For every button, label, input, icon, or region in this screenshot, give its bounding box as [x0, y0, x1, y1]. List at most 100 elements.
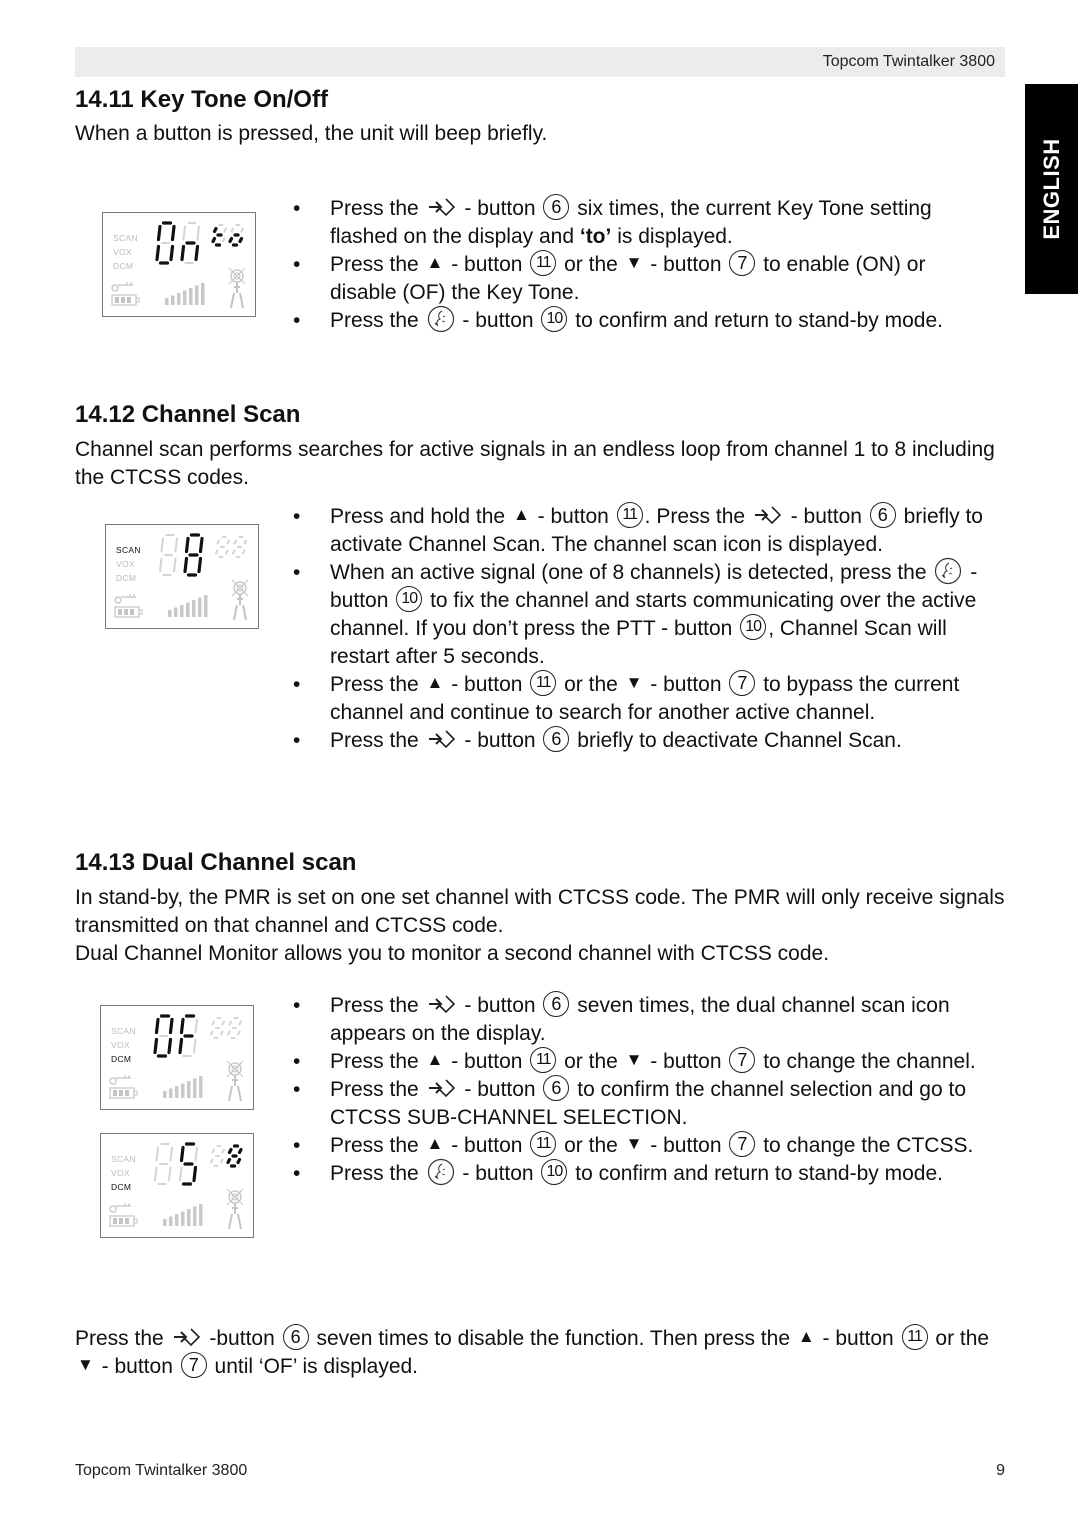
language-tab: ENGLISH [1025, 84, 1078, 294]
button-number-10: 10 [740, 614, 767, 641]
button-number-11: 11 [901, 1324, 928, 1351]
ptt-button-icon [932, 557, 964, 585]
up-triangle-icon: ▲ [797, 1327, 815, 1347]
lcd-segment [169, 244, 175, 262]
list-item: • Press the ▲ - button 11 or the ▼ - butt… [293, 250, 993, 307]
list-item: • Press the ▲ - button 11 or the ▼ - butt… [293, 670, 993, 727]
section-intro: When a button is pressed, the unit will … [75, 122, 548, 145]
down-triangle-icon: ▼ [625, 673, 643, 693]
bullet-icon: • [293, 673, 301, 696]
lcd-segment [243, 539, 247, 545]
closing-paragraph: Press the -button 6 seven times to disab… [75, 1324, 1005, 1381]
lcd-segment [153, 1037, 159, 1055]
menu-button-icon [425, 729, 459, 752]
bullet-icon: • [293, 505, 301, 528]
lcd-segment [237, 1147, 243, 1155]
page-header: Topcom Twintalker 3800 [75, 47, 1005, 77]
lcd-segment [197, 556, 203, 574]
down-triangle-icon: ▼ [625, 253, 643, 273]
list-item: • When an active signal (one of 8 channel… [293, 557, 993, 671]
lcd-segment [182, 225, 186, 241]
lcd-segment [178, 1037, 184, 1055]
button-number-6: 6 [282, 1324, 309, 1351]
list-item: • Press the - button 6 seven times, the d… [293, 991, 993, 1048]
lcd-segment [156, 224, 162, 242]
bullet-icon: • [293, 994, 301, 1017]
list-item: • Press the - button 6 six times, the cur… [293, 194, 993, 251]
lcd-graphics [111, 221, 246, 309]
lcd-display: SCAN VOX DCM [102, 212, 256, 317]
button-number-11: 11 [530, 1047, 557, 1074]
button-number-6: 6 [543, 194, 570, 221]
up-triangle-icon: ▲ [426, 673, 444, 693]
lcd-segment [179, 1017, 185, 1035]
bullet-icon: • [293, 729, 301, 752]
lcd-segment [179, 1166, 183, 1182]
bold-text: ‘to’ [579, 225, 612, 248]
lcd-display: SCAN VOX DCM [105, 524, 259, 629]
footer-title: Topcom Twintalker 3800 [75, 1462, 248, 1479]
lcd-graphics [109, 1142, 244, 1230]
lcd-segment [160, 537, 164, 553]
lcd-segment [238, 1020, 242, 1026]
bullet-list: • Press the - button 6 six times, the cur… [293, 194, 993, 335]
menu-button-icon [751, 505, 785, 528]
lcd-segment [240, 227, 244, 233]
lcd-segment [237, 1030, 241, 1036]
lcd-segment [211, 1020, 215, 1026]
list-item: • Press the ▲ - button 11 or the ▼ - butt… [293, 1047, 993, 1076]
lcd-segment [167, 1037, 173, 1055]
bullet-icon: • [293, 1162, 301, 1185]
lcd-segment [223, 227, 227, 233]
up-triangle-icon: ▲ [426, 253, 444, 273]
transmit-antenna-icon [228, 267, 246, 309]
bullet-list: • Press and hold the ▲ - button 11. Press… [293, 502, 993, 755]
list-item: • Press and hold the ▲ - button 11. Press… [293, 502, 993, 559]
button-number-11: 11 [530, 250, 557, 277]
button-number-7: 7 [729, 1047, 756, 1074]
lcd-segment [220, 1030, 224, 1036]
lcd-segment [193, 1038, 197, 1054]
up-triangle-icon: ▲ [426, 1134, 444, 1154]
key-lock-icon [114, 594, 136, 604]
section-heading-dual-channel-scan: 14.13 Dual Channel scan [75, 849, 357, 876]
menu-button-icon [170, 1327, 204, 1350]
lcd-segment [210, 1030, 214, 1036]
lcd-segment [169, 1146, 173, 1162]
lcd-segment [233, 539, 237, 545]
transmit-antenna-icon [226, 1188, 244, 1230]
button-number-7: 7 [729, 250, 756, 277]
bullet-icon: • [293, 561, 301, 584]
button-number-7: 7 [729, 670, 756, 697]
lcd-segment [242, 549, 246, 555]
section-heading-channel-scan: 14.12 Channel Scan [75, 401, 301, 428]
lcd-segment [211, 1148, 215, 1154]
lcd-segment [226, 539, 230, 545]
button-number-10: 10 [396, 586, 423, 613]
lcd-segment [154, 1166, 158, 1182]
signal-strength-icon [168, 595, 208, 617]
lcd-segment [238, 236, 244, 244]
lcd-segment [215, 549, 219, 555]
lcd-segment [211, 236, 217, 244]
lcd-segment [155, 244, 161, 262]
lcd-segment [196, 225, 200, 241]
lcd-segment [168, 1166, 172, 1182]
key-lock-icon [109, 1203, 131, 1213]
lcd-segment [216, 539, 220, 545]
list-item: • Press the - button 6 briefly to deactiv… [293, 726, 993, 755]
button-number-6: 6 [869, 502, 896, 529]
lcd-segment [212, 226, 218, 234]
lcd-segment [194, 244, 200, 262]
header-title: Topcom Twintalker 3800 [822, 53, 995, 70]
button-number-6: 6 [543, 726, 570, 753]
lcd-segment [232, 549, 236, 555]
lcd-display: SCAN VOX DCM [100, 1133, 254, 1238]
down-triangle-icon: ▼ [625, 1050, 643, 1070]
section-intro-2: Dual Channel Monitor allows you to monit… [75, 942, 830, 965]
key-lock-icon [111, 282, 133, 292]
signal-strength-icon [163, 1204, 203, 1226]
menu-button-icon [425, 1078, 459, 1101]
down-triangle-icon: ▼ [625, 1134, 643, 1154]
button-number-6: 6 [543, 1075, 570, 1102]
